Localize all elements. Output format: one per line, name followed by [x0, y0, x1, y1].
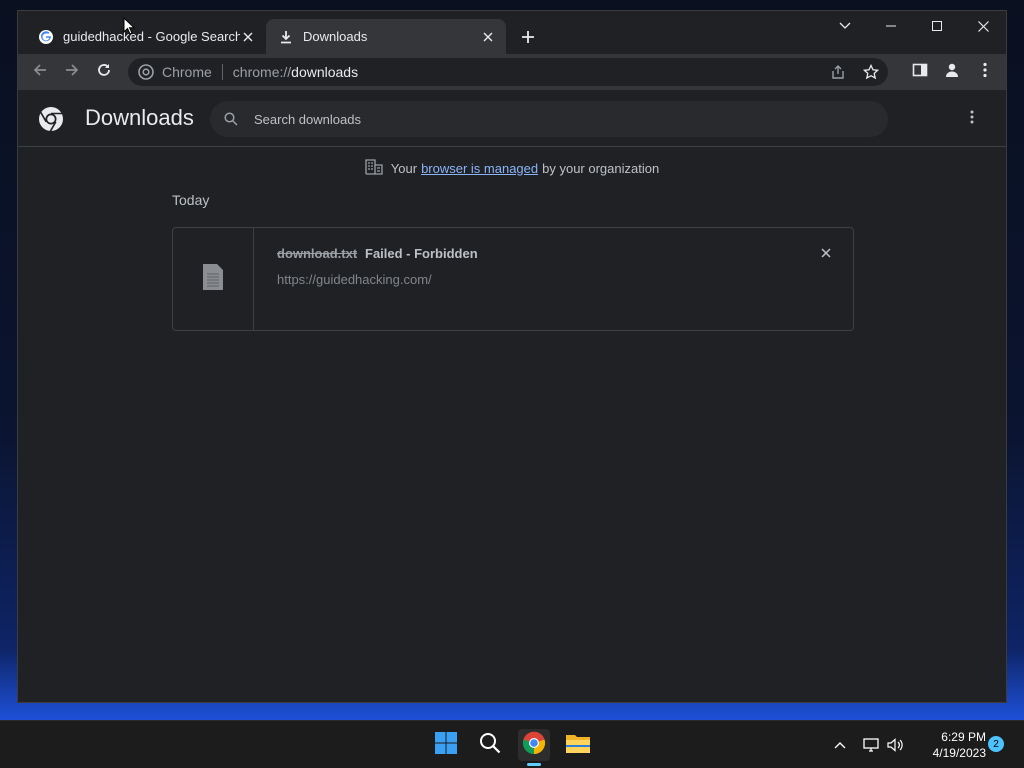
tab-google-search[interactable]: guidedhacked - Google Search [26, 19, 266, 54]
search-input[interactable] [254, 111, 854, 127]
managed-prefix: Your [390, 160, 418, 176]
network-icon[interactable] [862, 735, 882, 755]
tab-search-button[interactable] [822, 11, 868, 41]
close-icon[interactable] [240, 29, 256, 45]
close-icon[interactable] [480, 29, 496, 45]
building-icon [365, 159, 383, 177]
clock-date: 4/19/2023 [932, 746, 986, 760]
clock-time: 6:29 PM [941, 730, 986, 744]
person-icon [944, 62, 960, 83]
volume-icon[interactable] [886, 735, 906, 755]
close-icon [821, 245, 831, 263]
share-icon[interactable] [828, 62, 848, 82]
new-tab-button[interactable] [518, 27, 538, 47]
maximize-button[interactable] [914, 11, 960, 41]
title-bar: guidedhacked - Google Search Downloads [18, 11, 1006, 54]
tab-label: Downloads [303, 29, 368, 44]
taskbar: 6:29 PM 4/19/2023 [0, 720, 1024, 768]
managed-suffix: by your organization [542, 160, 660, 176]
search-downloads-box[interactable] [210, 101, 888, 137]
chrome-icon [522, 731, 546, 760]
date-group-heading: Today [172, 192, 210, 208]
show-hidden-icons-button[interactable] [830, 735, 850, 755]
folder-icon [565, 732, 591, 759]
arrow-left-icon [32, 62, 48, 83]
profile-button[interactable] [940, 60, 964, 84]
remove-download-button[interactable] [818, 246, 834, 262]
url-scheme: chrome:// [232, 64, 292, 80]
system-clock[interactable]: 6:29 PM 4/19/2023 [916, 729, 986, 761]
chevron-down-icon [839, 17, 851, 35]
managed-link[interactable]: browser is managed [421, 161, 538, 176]
chrome-menu-button[interactable] [973, 60, 997, 84]
kebab-menu-icon [983, 62, 987, 83]
bookmark-star-icon[interactable] [861, 62, 881, 82]
search-icon [479, 732, 501, 759]
chrome-window: guidedhacked - Google Search Downloads C… [17, 10, 1007, 703]
downloads-header: Downloads [18, 91, 1006, 147]
google-g-icon [38, 29, 54, 45]
download-status: Failed - Forbidden [365, 246, 478, 261]
divider [221, 64, 223, 80]
file-icon [202, 263, 224, 296]
download-filename[interactable]: download.txt [277, 246, 357, 261]
close-window-button[interactable] [960, 11, 1006, 41]
back-button[interactable] [28, 60, 52, 84]
side-panel-icon [912, 62, 928, 83]
notification-badge[interactable]: 2 [988, 736, 1004, 752]
arrow-right-icon [64, 62, 80, 83]
minimize-button[interactable] [868, 11, 914, 41]
forward-button[interactable] [60, 60, 84, 84]
chrome-icon [138, 64, 154, 80]
site-chip: Chrome [162, 64, 212, 80]
mouse-cursor [123, 16, 136, 35]
download-item: download.txt Failed - Forbidden https://… [172, 227, 854, 331]
search-icon [222, 110, 240, 128]
windows-logo-icon [434, 731, 458, 760]
chrome-logo-icon [38, 106, 64, 132]
reload-button[interactable] [92, 60, 116, 84]
managed-notice: Your browser is managed by your organiza… [18, 159, 1006, 177]
taskbar-chrome[interactable] [518, 729, 550, 766]
taskbar-file-explorer[interactable] [562, 729, 594, 761]
url-host: downloads [291, 64, 359, 80]
tab-label: guidedhacked - Google Search [63, 29, 240, 44]
start-button[interactable] [430, 729, 462, 761]
reload-icon [96, 62, 112, 83]
more-actions-button[interactable] [962, 109, 982, 129]
side-panel-button[interactable] [908, 60, 932, 84]
chevron-up-icon [834, 736, 846, 754]
page-title: Downloads [85, 105, 194, 130]
address-bar[interactable]: Chrome chrome://downloads [128, 58, 888, 86]
taskbar-search-button[interactable] [474, 729, 506, 761]
kebab-menu-icon [970, 110, 974, 129]
browser-toolbar: Chrome chrome://downloads [18, 54, 1006, 90]
download-source-url[interactable]: https://guidedhacking.com/ [277, 272, 432, 287]
download-icon [278, 29, 294, 45]
tab-downloads[interactable]: Downloads [266, 19, 506, 54]
file-icon-column [173, 228, 254, 330]
